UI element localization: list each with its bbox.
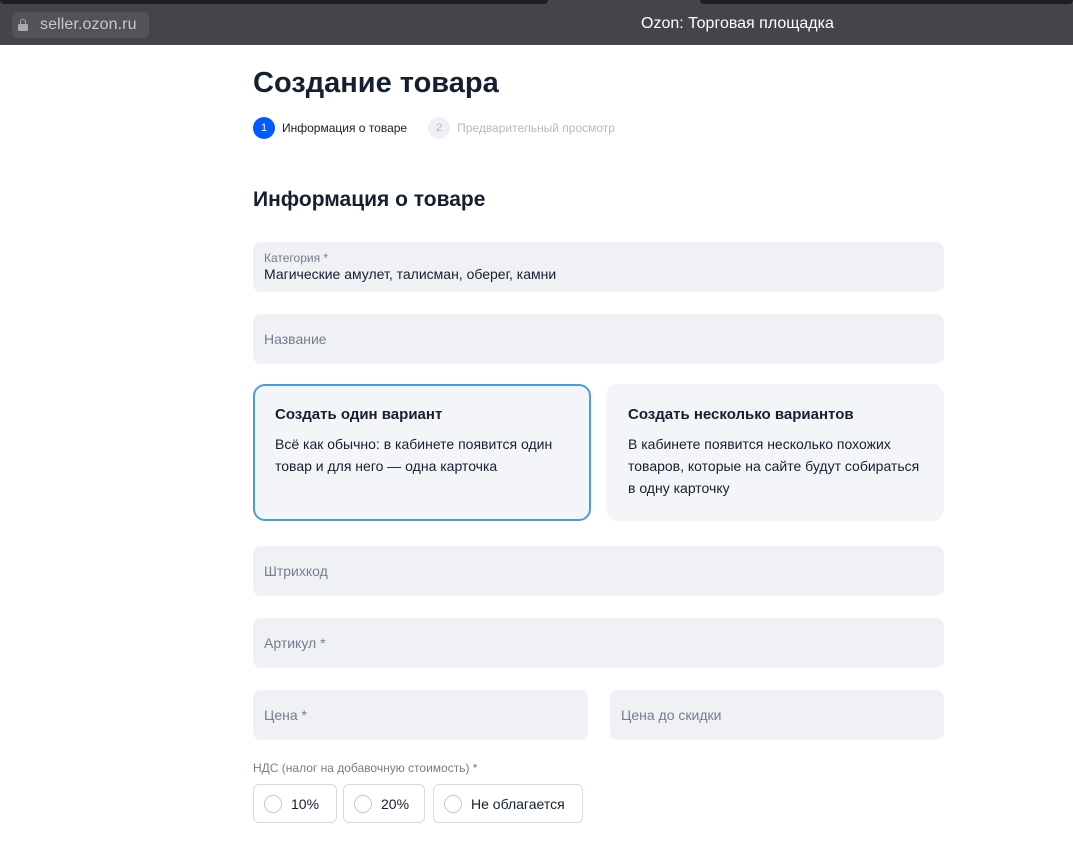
address-bar[interactable]: seller.ozon.ru (12, 12, 149, 38)
multiple-variants-title: Создать несколько вариантов (628, 406, 854, 423)
article-placeholder: Артикул * (264, 635, 326, 651)
barcode-placeholder: Штрихкод (264, 563, 328, 579)
lock-icon (18, 19, 28, 31)
vat-option-20[interactable]: 20% (343, 784, 425, 823)
browser-tab-edge (700, 0, 1073, 4)
single-variant-description: Всё как обычно: в кабинете появится один… (275, 436, 553, 474)
section-title: Информация о товаре (253, 188, 486, 211)
single-variant-card[interactable]: Создать один вариант Всё как обычно: в к… (253, 384, 591, 521)
browser-toolbar: seller.ozon.ru Ozon: Торговая площадка (0, 0, 1073, 45)
url-text: seller.ozon.ru (40, 16, 137, 33)
vat-label: НДС (налог на добавочную стоимость) * (253, 761, 478, 775)
step-2-label: Предварительный просмотр (457, 121, 615, 135)
old-price-placeholder: Цена до скидки (621, 707, 722, 723)
single-variant-title: Создать один вариант (275, 406, 443, 423)
category-value: Магические амулет, талисман, оберег, кам… (264, 266, 557, 282)
category-label: Категория * (264, 251, 329, 265)
name-placeholder: Название (264, 331, 327, 347)
barcode-input[interactable]: Штрихкод (253, 546, 944, 596)
category-field[interactable]: Категория * Магические амулет, талисман,… (253, 242, 944, 292)
price-input[interactable]: Цена * (253, 690, 588, 740)
step-1-label[interactable]: Информация о товаре (282, 121, 407, 135)
stepper: 1 Информация о товаре 2 Предварительный … (253, 117, 636, 139)
radio-circle-icon (354, 794, 372, 813)
name-input[interactable]: Название (253, 314, 944, 364)
radio-circle-icon (444, 794, 462, 813)
vat-option-label: Не облагается (471, 795, 565, 812)
old-price-input[interactable]: Цена до скидки (610, 690, 944, 740)
price-placeholder: Цена * (264, 707, 307, 723)
vat-option-label: 20% (381, 795, 410, 812)
vat-option-10[interactable]: 10% (253, 784, 337, 823)
window-title: Ozon: Торговая площадка (641, 15, 834, 32)
step-2-number: 2 (428, 117, 451, 139)
vat-option-none[interactable]: Не облагается (433, 784, 583, 823)
browser-tab-edge (0, 0, 548, 4)
vat-option-label: 10% (291, 795, 320, 812)
multiple-variants-description: В кабинете появится несколько похожих то… (628, 436, 920, 496)
article-input[interactable]: Артикул * (253, 618, 944, 668)
page-title: Создание товара (253, 67, 499, 99)
multiple-variants-card[interactable]: Создать несколько вариантов В кабинете п… (606, 384, 944, 521)
step-1-number[interactable]: 1 (253, 117, 275, 139)
radio-circle-icon (264, 794, 282, 813)
